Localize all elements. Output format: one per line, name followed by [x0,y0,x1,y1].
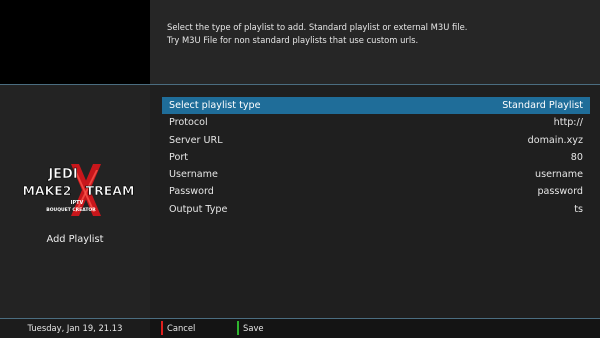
logo-line-2: MAKE2 [22,183,71,198]
description-line-1: Select the type of playlist to add. Stan… [167,22,468,32]
preview-area [0,0,150,84]
logo-line-3: TREAM [86,183,135,198]
jedi-makestream-logo: JEDI MAKE2 TREAM IPTV BOUQUET CREATOR [22,164,135,216]
setting-row-protocol[interactable]: Protocol http:// [162,114,590,131]
datetime: Tuesday, Jan 19, 21.13 [27,323,123,333]
logo-line-1: JEDI [47,167,77,182]
setting-row-port[interactable]: Port 80 [162,149,590,166]
setting-value: Standard Playlist [502,100,583,111]
setting-label: Username [169,169,218,181]
save-label: Save [243,323,264,333]
save-button[interactable]: Save [237,318,297,338]
setting-value: ts [574,203,583,215]
setting-value: http:// [553,117,583,129]
setting-row-output-type[interactable]: Output Type ts [162,201,590,218]
logo-line-5: BOUQUET CREATOR [46,207,96,213]
description-line-2: Try M3U File for non standard playlists … [167,34,419,45]
setting-label: Protocol [169,117,208,129]
cancel-label: Cancel [167,323,196,333]
setting-row-server-url[interactable]: Server URL domain.xyz [162,132,590,149]
setting-value: domain.xyz [527,134,583,146]
setting-label: Password [169,186,214,198]
setting-label: Select playlist type [169,100,261,111]
screen-title: Add Playlist [46,234,104,245]
green-key-icon [237,321,239,335]
settings-list: Select playlist type Standard Playlist P… [162,97,590,218]
setting-row-username[interactable]: Username username [162,166,590,183]
setting-label: Port [169,151,189,163]
logo-line-4: IPTV [71,200,84,206]
setting-label: Server URL [169,134,223,146]
setting-row-password[interactable]: Password password [162,183,590,200]
setting-value: username [535,169,583,181]
cancel-button[interactable]: Cancel [161,318,221,338]
setting-value: 80 [570,151,583,163]
red-key-icon [161,321,163,335]
description-text: Select the type of playlist to add. Stan… [167,21,587,46]
setting-row-playlist-type[interactable]: Select playlist type Standard Playlist [162,97,590,115]
setting-value: password [537,186,583,198]
setting-label: Output Type [169,203,228,215]
